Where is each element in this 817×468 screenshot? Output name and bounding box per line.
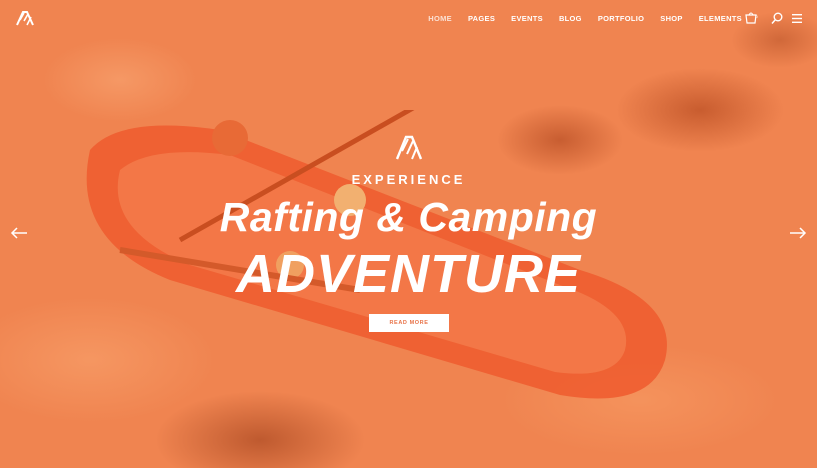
top-navbar: HOME PAGES EVENTS BLOG PORTFOLIO SHOP EL… <box>0 0 817 38</box>
slide-title-line2: ADVENTURE <box>235 244 582 304</box>
brand-logo-icon[interactable] <box>14 8 36 28</box>
shopping-cart-icon[interactable]: 0 <box>745 11 760 24</box>
slide-eyebrow: EXPERIENCE <box>351 172 466 187</box>
nav-item-portfolio[interactable]: PORTFOLIO <box>598 14 644 23</box>
nav-item-blog[interactable]: BLOG <box>559 14 582 23</box>
main-nav: HOME PAGES EVENTS BLOG PORTFOLIO SHOP EL… <box>428 14 742 23</box>
nav-item-home[interactable]: HOME <box>428 14 452 23</box>
arrow-right-icon[interactable] <box>789 227 807 239</box>
search-icon[interactable] <box>771 12 783 25</box>
nav-item-elements[interactable]: ELEMENTS <box>699 14 742 23</box>
nav-item-pages[interactable]: PAGES <box>468 14 495 23</box>
arrow-left-icon[interactable] <box>10 227 28 239</box>
cart-count: 0 <box>756 14 759 19</box>
hero-slider: HOME PAGES EVENTS BLOG PORTFOLIO SHOP EL… <box>0 0 817 468</box>
hamburger-menu-icon[interactable] <box>792 14 802 23</box>
nav-item-events[interactable]: EVENTS <box>511 14 543 23</box>
read-more-button[interactable]: READ MORE <box>369 314 449 332</box>
nav-item-shop[interactable]: SHOP <box>660 14 682 23</box>
slide-title-line1: Rafting & Camping <box>219 194 598 240</box>
brand-mark-icon <box>395 135 423 160</box>
